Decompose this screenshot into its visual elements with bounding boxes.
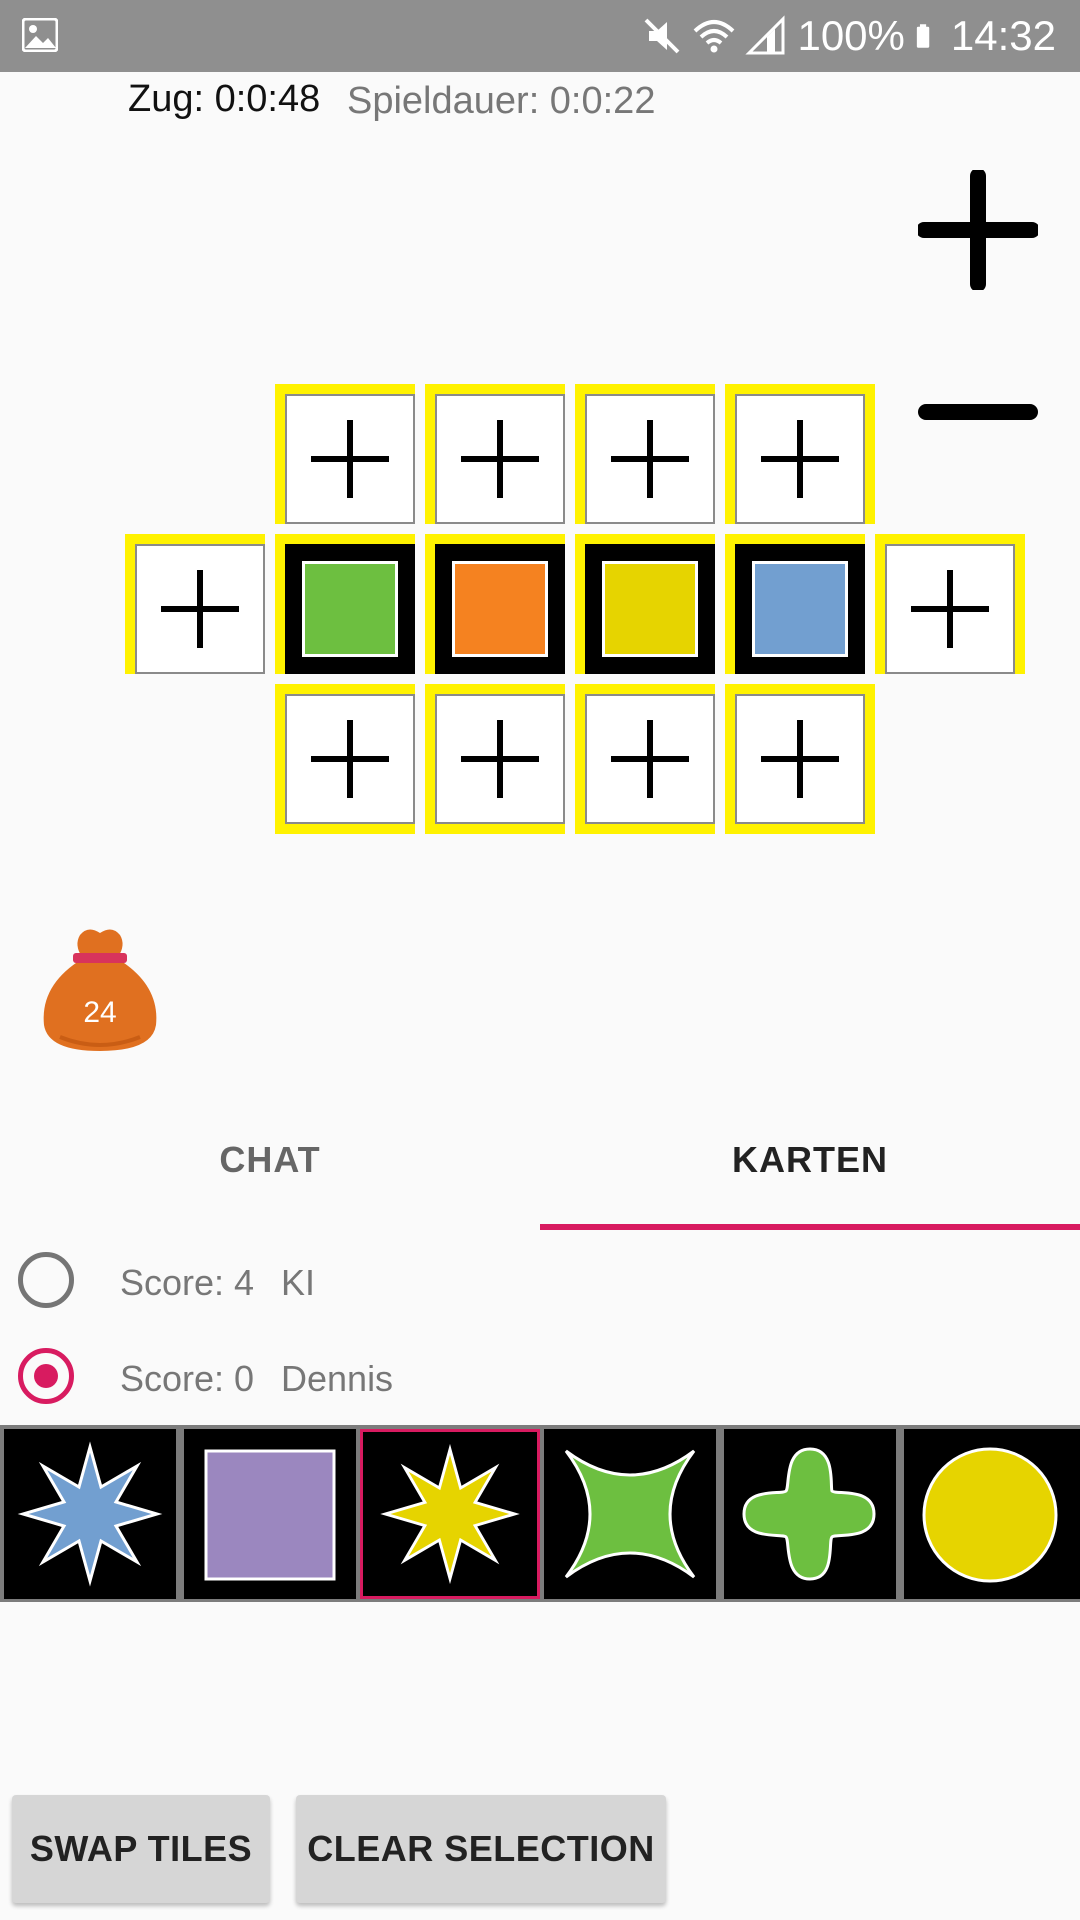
bag-count: 24 xyxy=(83,996,117,1029)
player-radio-selected[interactable] xyxy=(18,1348,74,1404)
zoom-in-button[interactable] xyxy=(918,170,1038,290)
yellow-square-tile xyxy=(602,561,698,657)
board-tile xyxy=(575,534,715,674)
board-slot[interactable] xyxy=(425,684,565,834)
player-row[interactable]: Score: 0 Dennis xyxy=(0,1336,1080,1416)
blue-square-tile xyxy=(752,561,848,657)
player-name: Dennis xyxy=(281,1358,394,1399)
green-4-point-star-icon xyxy=(564,1449,696,1579)
board-tile xyxy=(425,534,565,674)
plus-icon xyxy=(611,720,689,798)
plus-icon xyxy=(761,420,839,498)
gallery-icon xyxy=(22,18,58,52)
plus-icon xyxy=(911,570,989,648)
player-radio[interactable] xyxy=(18,1252,74,1308)
player-name: KI xyxy=(281,1262,316,1303)
plus-icon xyxy=(461,420,539,498)
swap-tiles-button[interactable]: SWAP TILES xyxy=(12,1795,270,1903)
turn-timer: Zug: 0:0:48 xyxy=(128,78,321,120)
board-slot[interactable] xyxy=(275,384,415,524)
tab-karten[interactable]: KARTEN xyxy=(540,1110,1080,1230)
signal-icon xyxy=(745,15,785,55)
active-tab-indicator xyxy=(540,1224,1080,1230)
board-slot[interactable] xyxy=(575,684,715,834)
clear-selection-button[interactable]: CLEAR SELECTION xyxy=(296,1795,666,1903)
zoom-out-button[interactable] xyxy=(918,400,1038,424)
bag-icon[interactable] xyxy=(40,925,160,1055)
hand-card[interactable] xyxy=(184,1429,356,1599)
board-tile xyxy=(275,534,415,674)
green-clover-icon xyxy=(742,1447,876,1581)
plus-icon xyxy=(461,720,539,798)
hand-card-selected[interactable] xyxy=(360,1429,540,1599)
plus-icon xyxy=(918,170,1038,290)
board-tile xyxy=(725,534,865,674)
hand-card[interactable] xyxy=(4,1429,176,1599)
hand-card[interactable] xyxy=(904,1429,1080,1599)
green-square-tile xyxy=(302,561,398,657)
plus-icon xyxy=(611,420,689,498)
board-slot[interactable] xyxy=(275,684,415,834)
hand-card[interactable] xyxy=(544,1429,716,1599)
board-slot[interactable] xyxy=(125,534,265,674)
plus-icon xyxy=(311,720,389,798)
board-slot[interactable] xyxy=(725,384,875,524)
yellow-8-point-star-icon xyxy=(380,1443,520,1585)
orange-square-tile xyxy=(452,561,548,657)
tab-bar: CHAT KARTEN xyxy=(0,1110,1080,1230)
hand-card[interactable] xyxy=(724,1429,896,1599)
battery-icon xyxy=(916,24,930,48)
status-bar: 100% 14:32 xyxy=(0,0,1080,72)
player-row[interactable]: Score: 4 KI xyxy=(0,1240,1080,1320)
hand-cards xyxy=(0,1425,1080,1602)
plus-icon xyxy=(761,720,839,798)
wifi-icon xyxy=(694,20,735,53)
plus-icon xyxy=(161,570,239,648)
board-slot[interactable] xyxy=(725,684,875,834)
tab-chat[interactable]: CHAT xyxy=(0,1110,540,1230)
purple-square-icon xyxy=(204,1449,336,1581)
battery-percent: 100% xyxy=(797,12,905,59)
player-score: Score: 4 xyxy=(120,1262,255,1303)
game-duration: Spieldauer: 0:0:22 xyxy=(347,80,656,122)
board-slot[interactable] xyxy=(875,534,1025,674)
blue-8-point-star-icon xyxy=(17,1441,163,1587)
mute-icon xyxy=(645,18,680,54)
plus-icon xyxy=(311,420,389,498)
clock: 14:32 xyxy=(950,12,1056,59)
player-score: Score: 0 xyxy=(120,1358,255,1399)
board-slot[interactable] xyxy=(575,384,715,524)
board-slot[interactable] xyxy=(425,384,565,524)
yellow-circle-icon xyxy=(922,1447,1058,1583)
